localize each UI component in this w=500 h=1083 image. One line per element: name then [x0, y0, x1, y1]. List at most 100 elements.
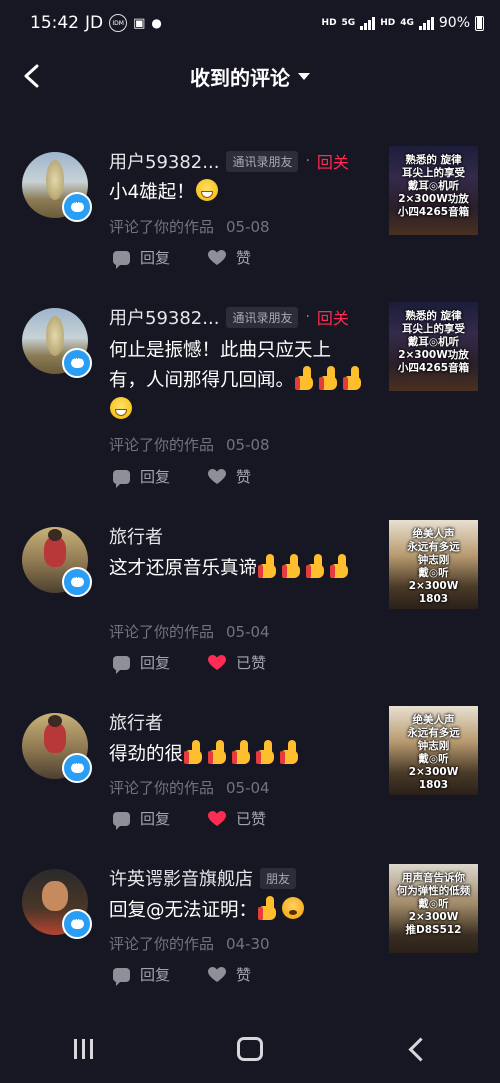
- username[interactable]: 旅行者: [109, 523, 163, 549]
- title-dropdown[interactable]: 收到的评论: [190, 62, 310, 91]
- username[interactable]: 旅行者: [109, 709, 163, 735]
- reply-button[interactable]: 回复: [113, 247, 171, 269]
- meta-text: 评论了你的作品: [109, 436, 215, 454]
- comment-date: 05-04: [226, 779, 270, 797]
- thumbs-up-emoji-icon: [184, 740, 206, 764]
- comment-meta: 评论了你的作品 05-08: [109, 434, 270, 455]
- reply-label: 回复: [140, 966, 171, 984]
- signal-icon-2: [418, 16, 434, 30]
- network-5g-label: 5G: [341, 18, 356, 28]
- comment-date: 05-04: [226, 623, 270, 641]
- carrier-label: JD: [85, 13, 104, 33]
- idm-indicator-icon: IDM: [109, 14, 128, 32]
- thumbs-up-emoji-icon: [258, 896, 280, 920]
- comment-text-content: 回复@无法证明：: [109, 900, 258, 921]
- username[interactable]: 用户59382...: [109, 304, 219, 330]
- username[interactable]: 许英谔影音旗舰店: [109, 865, 253, 891]
- comment-actions: 回复 赞: [113, 466, 251, 488]
- thumbnail-caption: 绝美人声 永远有多远 钟志刚 戴◎听 2×300W 1803: [407, 714, 460, 791]
- follow-back-button[interactable]: 回关: [317, 305, 349, 329]
- comment-text[interactable]: 得劲的很: [109, 740, 367, 770]
- reply-label: 回复: [140, 810, 171, 828]
- comment-text[interactable]: 何止是振憾！此曲只应天上有，人间那得几回闻。: [109, 336, 367, 426]
- back-icon: [408, 1036, 433, 1062]
- battery-percent: 90%: [438, 15, 470, 31]
- username[interactable]: 用户59382...: [109, 148, 219, 174]
- heart-icon: [208, 966, 227, 983]
- thumbnail-caption: 熟悉的 旋律 耳尖上的享受 戴耳◎机听 2×300W功放 小四4265音箱: [397, 310, 470, 374]
- comment-actions: 回复 赞: [113, 964, 251, 986]
- caret-down-icon: [298, 72, 310, 80]
- reply-label: 回复: [140, 249, 171, 267]
- heart-icon: [208, 654, 227, 671]
- comment-text[interactable]: 这才还原音乐真谛: [109, 554, 367, 584]
- comment-header: 用户59382... 通讯录朋友 · 回关: [109, 148, 349, 174]
- like-button[interactable]: 已赞: [208, 652, 266, 673]
- header: 收到的评论: [0, 46, 500, 106]
- separator-dot: ·: [305, 309, 310, 325]
- like-label: 赞: [236, 468, 252, 486]
- comment-meta: 评论了你的作品 05-04: [109, 777, 270, 798]
- home-icon: [236, 1037, 263, 1061]
- status-right: HD 5G HD 4G 90%: [322, 15, 484, 31]
- thumbs-up-emoji-icon: [208, 740, 230, 764]
- thumbs-up-emoji-icon: [330, 554, 352, 578]
- video-thumbnail[interactable]: 熟悉的 旋律 耳尖上的享受 戴耳◎机听 2×300W功放 小四4265音箱: [389, 146, 478, 235]
- comment-actions: 回复 已赞: [113, 652, 266, 674]
- relation-tag: 朋友: [260, 867, 297, 889]
- thumbs-up-emoji-icon: [343, 366, 365, 390]
- page-title: 收到的评论: [190, 65, 290, 90]
- recents-button[interactable]: [53, 1029, 113, 1069]
- reply-label: 回复: [140, 468, 171, 486]
- like-button[interactable]: 赞: [208, 466, 251, 487]
- thumbs-up-emoji-icon: [258, 554, 280, 578]
- like-button[interactable]: 已赞: [208, 808, 266, 829]
- nav-back-button[interactable]: [387, 1029, 447, 1069]
- thumbnail-caption: 熟悉的 旋律 耳尖上的享受 戴耳◎机听 2×300W功放 小四4265音箱: [397, 154, 470, 218]
- reply-button[interactable]: 回复: [113, 466, 171, 488]
- thumbs-up-emoji-icon: [280, 740, 302, 764]
- angry-emoji-icon: [282, 897, 305, 919]
- comment-text-content: 得劲的很: [109, 744, 184, 765]
- comment-text[interactable]: 小4雄起！: [109, 178, 367, 208]
- thumbs-up-emoji-icon: [306, 554, 328, 578]
- reply-button[interactable]: 回复: [113, 652, 170, 674]
- meta-text: 评论了你的作品: [109, 779, 215, 797]
- video-thumbnail[interactable]: 熟悉的 旋律 耳尖上的享受 戴耳◎机听 2×300W功放 小四4265音箱: [389, 302, 478, 391]
- like-label: 赞: [236, 249, 252, 267]
- home-button[interactable]: [220, 1029, 280, 1069]
- comment-bubble-icon: [113, 655, 130, 674]
- comment-bubble-icon: [113, 967, 130, 986]
- thumbs-up-emoji-icon: [256, 740, 278, 764]
- like-label: 已赞: [236, 654, 267, 672]
- meta-text: 评论了你的作品: [109, 218, 215, 236]
- meta-text: 评论了你的作品: [109, 623, 215, 641]
- like-label: 赞: [236, 966, 252, 984]
- separator-dot: ·: [305, 153, 310, 169]
- message-bubble-icon: [62, 192, 92, 222]
- comment-header: 许英谔影音旗舰店 朋友: [109, 865, 297, 891]
- comment-meta: 评论了你的作品 04-30: [109, 933, 270, 954]
- comment-header: 旅行者: [109, 523, 163, 549]
- video-thumbnail[interactable]: 绝美人声 永远有多远 钟志刚 戴◎听 2×300W 1803: [389, 520, 478, 609]
- reply-button[interactable]: 回复: [113, 964, 171, 986]
- follow-back-button[interactable]: 回关: [317, 149, 349, 173]
- video-thumbnail[interactable]: 绝美人声 永远有多远 钟志刚 戴◎听 2×300W 1803: [389, 706, 478, 795]
- comment-text[interactable]: 回复@无法证明：: [109, 896, 367, 926]
- status-bar: 15:42 JD IDM ▣ ● HD 5G HD 4G 90%: [0, 0, 500, 46]
- thumbnail-caption: 用声音告诉你 何为弹性的低频 戴◎听 2×300W 推D8S512: [396, 872, 471, 936]
- comment-date: 05-08: [226, 218, 270, 236]
- like-button[interactable]: 赞: [208, 964, 251, 985]
- like-label: 已赞: [236, 810, 267, 828]
- message-bubble-icon: [62, 348, 92, 378]
- notification-dot-icon: ●: [151, 16, 162, 30]
- heart-icon: [208, 810, 227, 827]
- chevron-left-icon[interactable]: [22, 64, 44, 88]
- thumbs-up-emoji-icon: [319, 366, 341, 390]
- reply-button[interactable]: 回复: [113, 808, 171, 830]
- comment-actions: 回复 赞: [113, 247, 251, 269]
- video-thumbnail[interactable]: 用声音告诉你 何为弹性的低频 戴◎听 2×300W 推D8S512: [389, 864, 478, 953]
- like-button[interactable]: 赞: [208, 247, 251, 268]
- comment-date: 05-08: [226, 436, 270, 454]
- comment-actions: 回复 已赞: [113, 808, 266, 830]
